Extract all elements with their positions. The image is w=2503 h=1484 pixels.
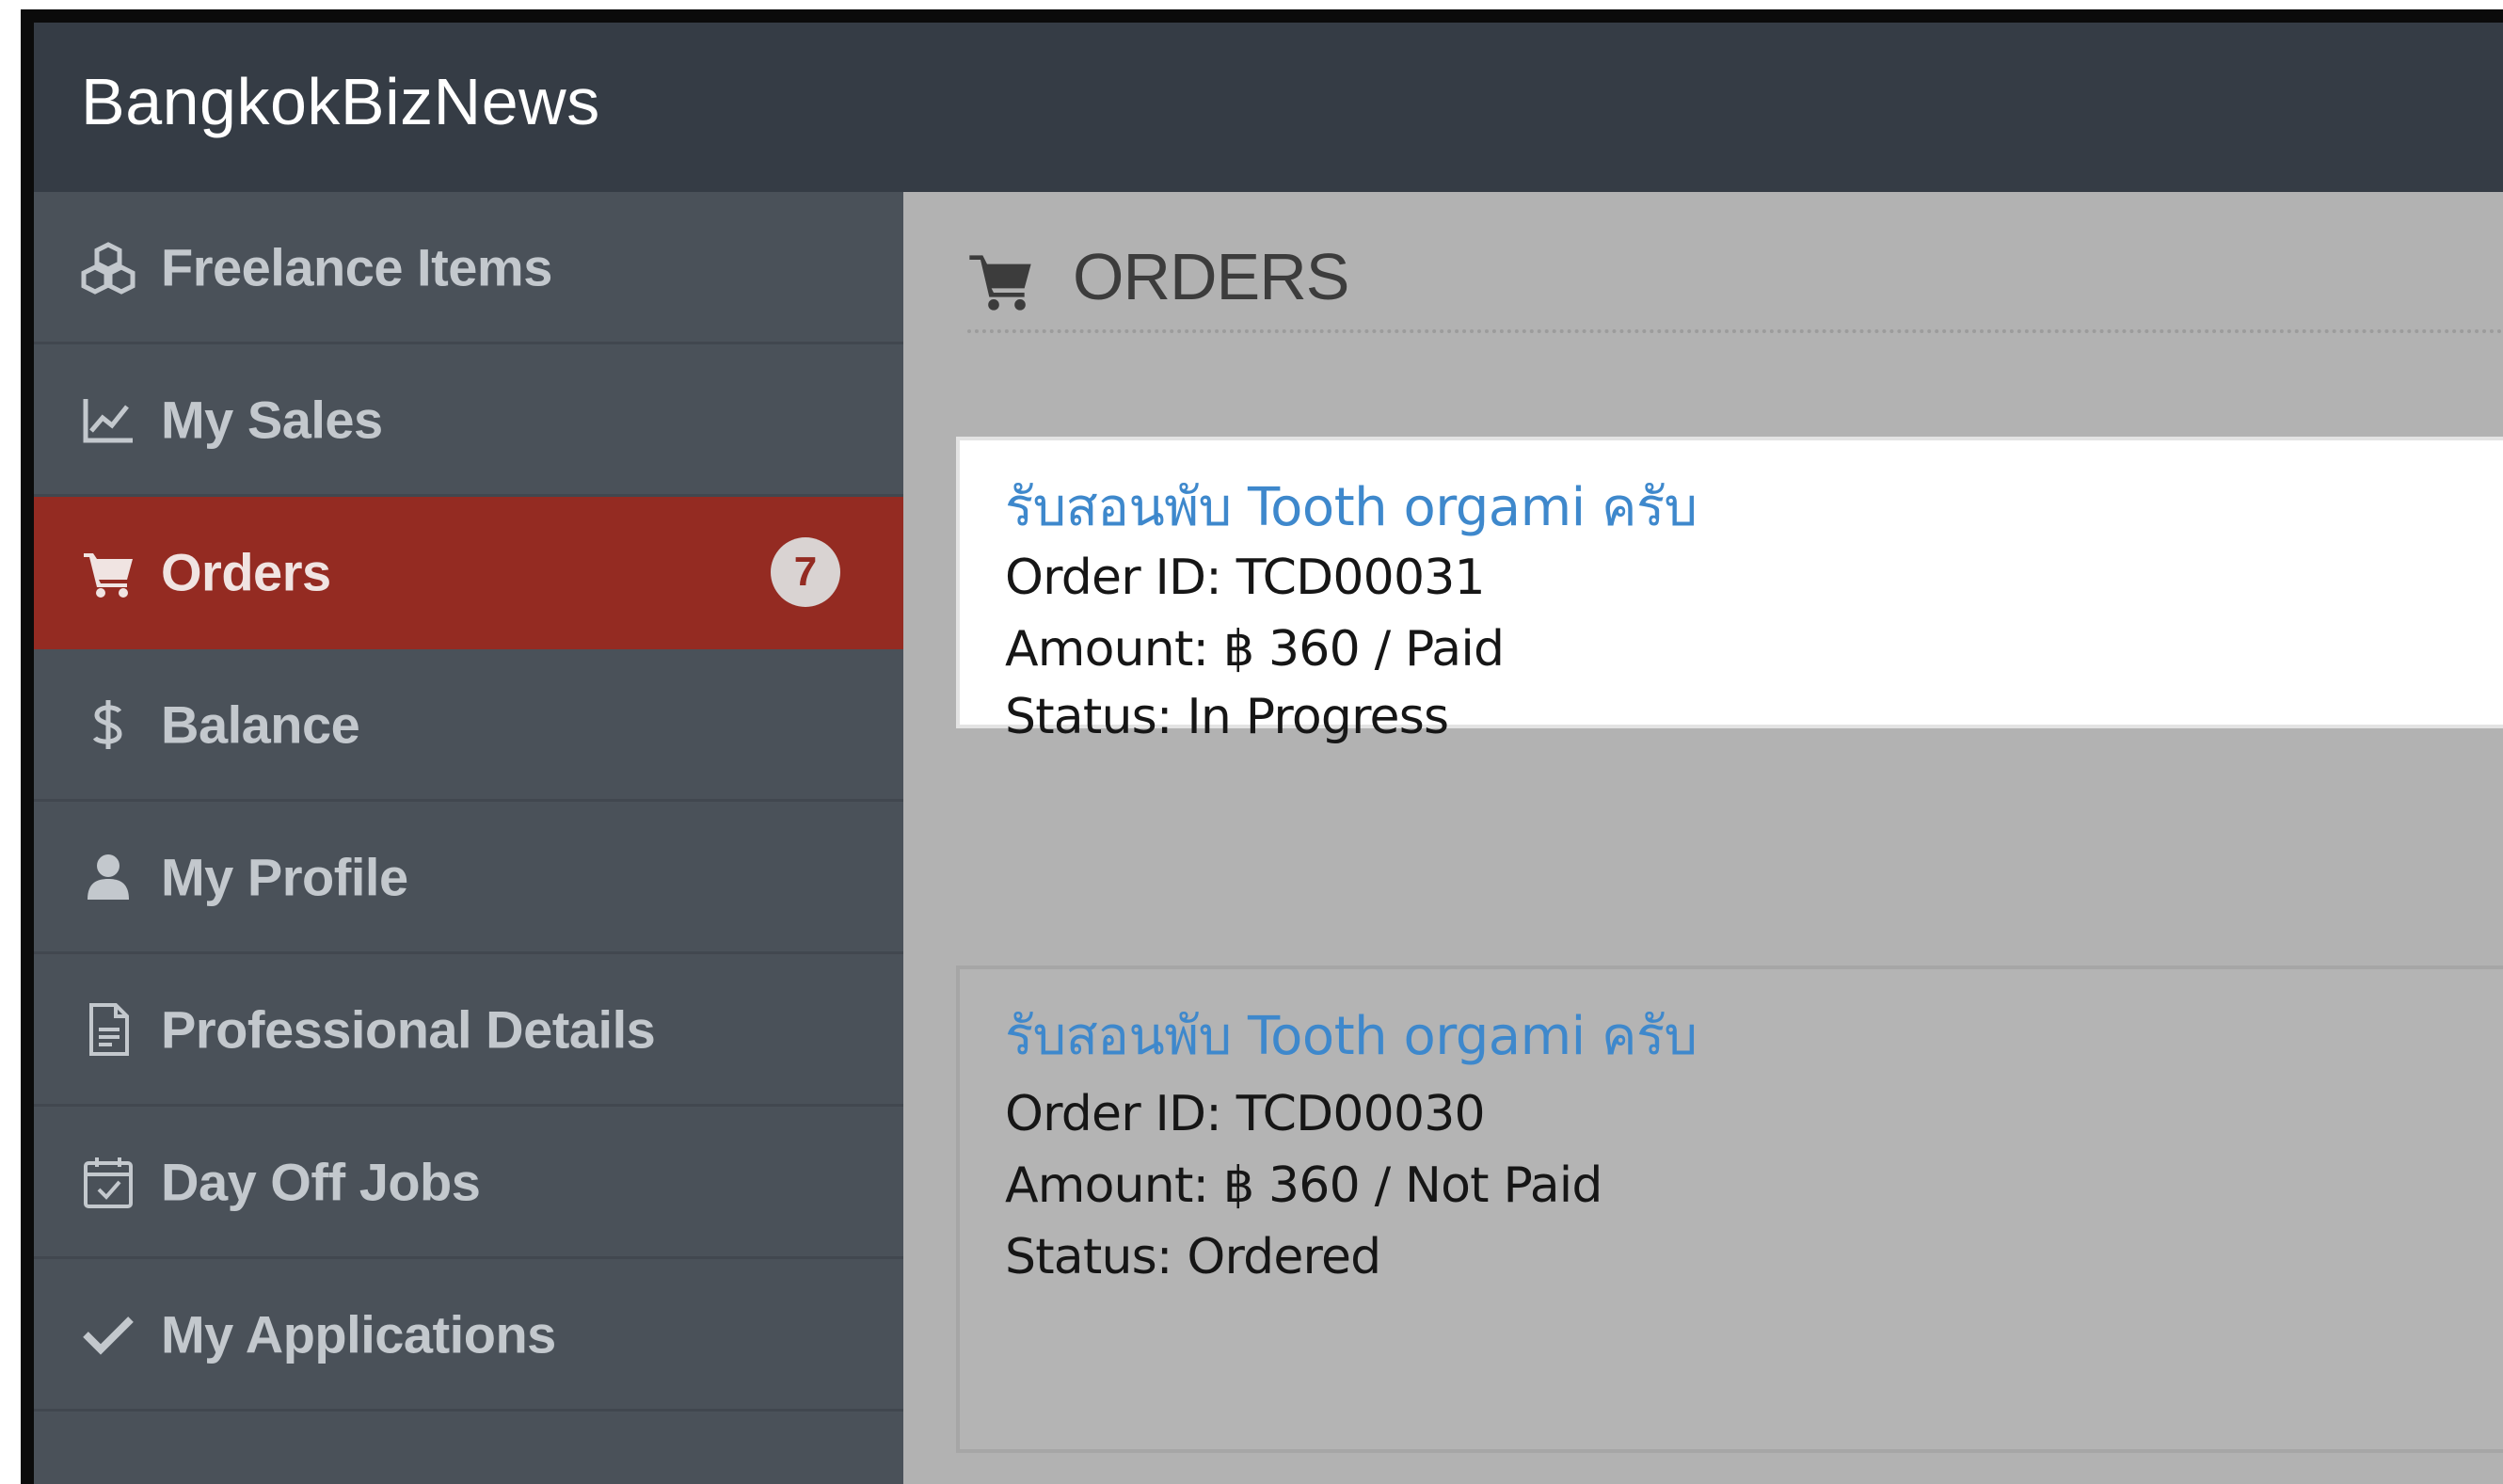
- sidebar-item-my-sales[interactable]: My Sales: [34, 344, 903, 497]
- sidebar: Freelance Items My Sales Orders 7 Balanc…: [34, 192, 935, 1484]
- order-title-link[interactable]: รับสอนพับ Tooth orgami ครับ: [1005, 465, 1698, 549]
- sidebar-item-label: My Sales: [161, 390, 383, 449]
- order-status: Status: In Progress: [1005, 689, 1449, 745]
- sidebar-item-label: Balance: [161, 694, 360, 754]
- sidebar-item-orders[interactable]: Orders 7: [34, 497, 935, 649]
- calendar-check-icon: [77, 1151, 139, 1213]
- cart-icon: [969, 255, 1031, 311]
- order-id: Order ID: TCD00030: [1005, 1086, 1486, 1142]
- order-id: Order ID: TCD00031: [1005, 550, 1486, 606]
- order-card[interactable]: รับสอนพับ Tooth orgami ครับ Order ID: TC…: [956, 965, 2503, 1453]
- sidebar-item-freelance-items[interactable]: Freelance Items: [34, 192, 903, 344]
- main-content: ORDERS รับสอนพับ Tooth orgami ครับ Order…: [903, 192, 2503, 1484]
- top-bar: BangkokBizNews: [34, 23, 2503, 192]
- cart-icon: [77, 541, 139, 603]
- sidebar-item-label: Day Off Jobs: [161, 1152, 481, 1211]
- user-icon: [77, 846, 139, 908]
- sidebar-item-label: Professional Details: [161, 999, 656, 1059]
- document-icon: [77, 998, 139, 1061]
- sidebar-item-balance[interactable]: Balance: [34, 649, 903, 802]
- order-card[interactable]: รับสอนพับ Tooth orgami ครับ Order ID: TC…: [956, 437, 2503, 742]
- order-status: Status: Ordered: [1005, 1229, 1381, 1285]
- page-title: ORDERS: [1073, 240, 1349, 313]
- sidebar-item-my-applications[interactable]: My Applications: [34, 1259, 903, 1412]
- check-icon: [77, 1303, 139, 1365]
- orders-count-badge: 7: [771, 536, 840, 607]
- orders-header: ORDERS: [967, 230, 2503, 333]
- cubes-icon: [77, 236, 139, 298]
- line-chart-icon: [77, 389, 139, 451]
- sidebar-item-professional-details[interactable]: Professional Details: [34, 954, 903, 1107]
- screenshot-frame: BangkokBizNews Freelance Items My Sales …: [0, 0, 2503, 1484]
- sidebar-item-my-profile[interactable]: My Profile: [34, 802, 903, 954]
- sidebar-item-label: My Profile: [161, 847, 408, 906]
- order-amount: Amount: ฿ 360 / Not Paid: [1005, 1157, 1602, 1214]
- dollar-icon: [77, 694, 139, 756]
- sidebar-item-label: Freelance Items: [161, 237, 552, 296]
- sidebar-item-label: Orders: [161, 542, 331, 601]
- brand-logo[interactable]: BangkokBizNews: [81, 64, 600, 139]
- sidebar-item-day-off-jobs[interactable]: Day Off Jobs: [34, 1107, 903, 1259]
- order-amount: Amount: ฿ 360 / Paid: [1005, 621, 1505, 678]
- order-title-link[interactable]: รับสอนพับ Tooth orgami ครับ: [1005, 994, 1698, 1077]
- app-window: BangkokBizNews Freelance Items My Sales …: [21, 9, 2503, 1484]
- sidebar-item-label: My Applications: [161, 1304, 556, 1364]
